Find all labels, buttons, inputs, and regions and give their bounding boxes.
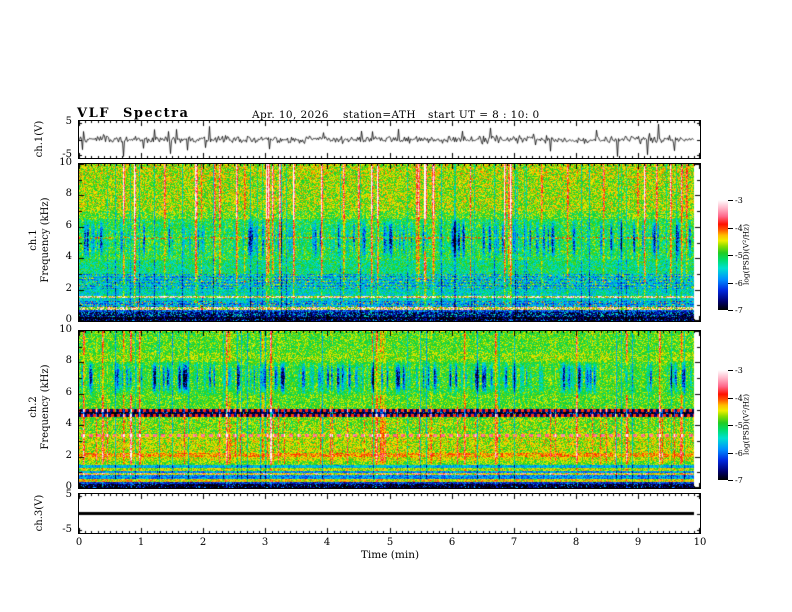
y-tick-label: 2 bbox=[65, 283, 72, 294]
colorbar-tick bbox=[728, 228, 733, 229]
y-tick-label: 8 bbox=[65, 188, 72, 199]
x-tick-label: 0 bbox=[75, 537, 83, 548]
x-tick-label: 5 bbox=[386, 537, 394, 548]
y-tick-label: 0 bbox=[65, 481, 72, 492]
ylabel-ch3-voltage: ch.3(V) bbox=[34, 494, 45, 532]
colorbar-1-gradient bbox=[718, 200, 728, 310]
y-tick-label: 5 bbox=[65, 116, 72, 127]
y-tick-label: 4 bbox=[65, 251, 72, 262]
colorbar-tick bbox=[728, 453, 733, 454]
colorbar-tick-label: -5 bbox=[735, 251, 743, 260]
colorbar-2-gradient bbox=[718, 370, 728, 480]
colorbar-tick bbox=[728, 370, 733, 371]
figure-title: VLF Spectra bbox=[77, 106, 190, 121]
colorbar-tick-label: -7 bbox=[735, 476, 743, 485]
y-tick-label: 4 bbox=[65, 418, 72, 429]
colorbar-tick bbox=[728, 310, 733, 311]
colorbar-tick bbox=[728, 425, 733, 426]
colorbar-tick-label: -7 bbox=[735, 306, 743, 315]
y-tick-label: 6 bbox=[65, 220, 72, 231]
x-tick-label: 3 bbox=[261, 537, 269, 548]
colorbar-tick bbox=[728, 283, 733, 284]
x-tick-label: 9 bbox=[634, 537, 642, 548]
colorbar-tick bbox=[728, 398, 733, 399]
ch1-spectrogram-panel bbox=[78, 163, 701, 322]
y-tick-label: -5 bbox=[62, 524, 72, 535]
x-tick-label: 4 bbox=[323, 537, 331, 548]
colorbar-tick-label: -5 bbox=[735, 421, 743, 430]
x-tick-label: 6 bbox=[448, 537, 456, 548]
vlf-spectra-figure: VLF Spectra Apr. 10, 2026 station=ATH st… bbox=[0, 0, 792, 612]
colorbar-tick-label: -3 bbox=[735, 366, 743, 375]
colorbar-tick-label: -6 bbox=[735, 279, 743, 288]
ch3-waveform-panel bbox=[78, 493, 701, 534]
colorbar-tick-label: -6 bbox=[735, 449, 743, 458]
y-tick-label: 8 bbox=[65, 355, 72, 366]
colorbar-tick-label: -3 bbox=[735, 196, 743, 205]
colorbar-tick bbox=[728, 255, 733, 256]
colorbar-tick-label: -4 bbox=[735, 394, 743, 403]
ch2-spectrogram-panel bbox=[78, 330, 701, 489]
x-tick-label: 8 bbox=[572, 537, 580, 548]
ch1-waveform-panel bbox=[78, 120, 701, 159]
x-tick-label: 10 bbox=[693, 537, 707, 548]
y-tick-label: 10 bbox=[59, 157, 72, 168]
y-tick-label: 10 bbox=[59, 324, 72, 335]
colorbar-tick bbox=[728, 480, 733, 481]
x-axis-title: Time (min) bbox=[360, 549, 420, 561]
x-tick-label: 1 bbox=[137, 537, 145, 548]
colorbar-tick-label: -4 bbox=[735, 224, 743, 233]
y-tick-label: 2 bbox=[65, 450, 72, 461]
x-tick-label: 7 bbox=[510, 537, 518, 548]
x-tick-label: 2 bbox=[199, 537, 207, 548]
colorbar-tick bbox=[728, 200, 733, 201]
y-tick-label: 6 bbox=[65, 387, 72, 398]
